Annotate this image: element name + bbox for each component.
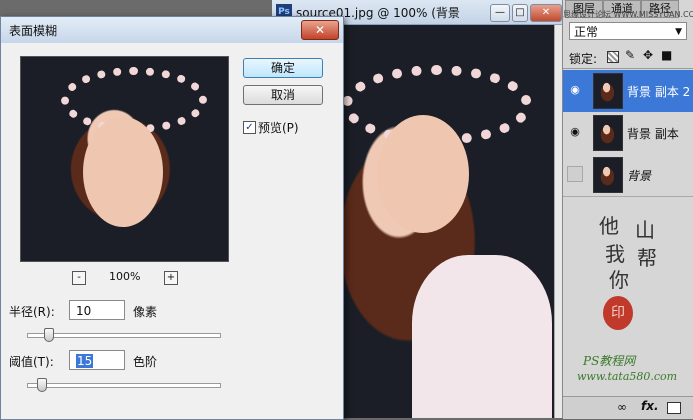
site-watermark: 思缘设计论坛 WWW.MISSYUAN.COM bbox=[563, 10, 693, 19]
blend-mode-select[interactable]: 正常 ▼ bbox=[569, 22, 687, 40]
mask-icon[interactable] bbox=[667, 402, 681, 414]
red-seal-stamp: 印 bbox=[603, 296, 633, 330]
threshold-input[interactable]: 15 bbox=[69, 350, 125, 370]
filter-preview-window[interactable] bbox=[20, 56, 229, 262]
dialog-title-bar[interactable]: 表面模糊 ✕ bbox=[1, 17, 343, 43]
radius-input[interactable]: 10 bbox=[69, 300, 125, 320]
dialog-close-button[interactable]: ✕ bbox=[301, 20, 339, 40]
radius-unit: 像素 bbox=[133, 305, 158, 319]
lock-label: 锁定: bbox=[569, 52, 598, 66]
layer-row-bg-copy[interactable]: ◉ 背景 副本 bbox=[563, 112, 693, 155]
fx-icon[interactable]: fx. bbox=[641, 399, 659, 413]
layer-name: 背景 副本 2 bbox=[627, 85, 691, 99]
calligraphy-char: 他 bbox=[599, 214, 619, 238]
close-button[interactable]: ✕ bbox=[530, 4, 562, 22]
threshold-slider-track[interactable] bbox=[27, 383, 221, 388]
layer-name: 背景 副本 bbox=[627, 127, 679, 141]
link-icon[interactable]: ∞ bbox=[617, 400, 627, 414]
lock-row: 锁定: ✎ ✥ ■ bbox=[563, 46, 693, 69]
threshold-value-selected: 15 bbox=[76, 354, 94, 368]
threshold-label: 阈值(T): bbox=[9, 355, 54, 369]
lock-transparency-icon[interactable] bbox=[607, 51, 619, 63]
site-url: www.tata580.com bbox=[577, 370, 678, 383]
eye-icon[interactable]: ◉ bbox=[567, 125, 583, 139]
cancel-button[interactable]: 取消 bbox=[243, 85, 323, 105]
calligraphy-char: 你 bbox=[609, 268, 629, 292]
radius-slider-thumb[interactable] bbox=[44, 328, 55, 342]
threshold-unit: 色阶 bbox=[133, 355, 158, 369]
threshold-slider-thumb[interactable] bbox=[36, 378, 47, 392]
calligraphy-char: 山 bbox=[635, 218, 655, 242]
layers-panel: 图层 通道 路径 思缘设计论坛 WWW.MISSYUAN.COM 正常 ▼ 锁定… bbox=[562, 0, 693, 419]
lock-brush-icon[interactable]: ✎ bbox=[625, 48, 635, 62]
preview-face bbox=[83, 117, 163, 227]
calligraphy-watermark: 他 山 我 帮 你 印 PS教程网 www.tata580.com bbox=[563, 180, 693, 390]
calligraphy-char: 帮 bbox=[637, 246, 657, 270]
lock-all-icon[interactable]: ■ bbox=[661, 48, 672, 62]
lock-move-icon[interactable]: ✥ bbox=[643, 48, 653, 62]
zoom-in-button[interactable]: + bbox=[164, 271, 178, 285]
maximize-button[interactable]: □ bbox=[512, 4, 528, 22]
dress bbox=[412, 255, 552, 418]
face bbox=[377, 115, 469, 233]
dialog-title: 表面模糊 bbox=[9, 24, 58, 38]
radius-slider-track[interactable] bbox=[27, 333, 221, 338]
eye-icon[interactable]: ◉ bbox=[567, 83, 583, 97]
preview-checkbox[interactable]: ✓ bbox=[243, 121, 256, 134]
calligraphy-char: 我 bbox=[605, 242, 625, 266]
zoom-out-button[interactable]: - bbox=[72, 271, 86, 285]
minimize-button[interactable]: — bbox=[490, 4, 510, 22]
layer-thumbnail bbox=[593, 73, 623, 109]
radius-label: 半径(R): bbox=[9, 305, 55, 319]
ok-button[interactable]: 确定 bbox=[243, 58, 323, 78]
site-name: PS教程网 bbox=[583, 354, 636, 368]
zoom-level: 100% bbox=[109, 270, 141, 283]
layer-row-bg-copy-2[interactable]: ◉ 背景 副本 2 bbox=[563, 70, 693, 113]
chevron-down-icon: ▼ bbox=[675, 27, 682, 37]
blend-mode-value: 正常 bbox=[574, 25, 599, 39]
surface-blur-dialog: 表面模糊 ✕ 确定 取消 ✓ 预览(P) - 100% + 半径(R): 10 … bbox=[0, 16, 344, 420]
preview-label: 预览(P) bbox=[258, 121, 299, 135]
panel-footer: ∞ fx. bbox=[563, 396, 693, 419]
layer-thumbnail bbox=[593, 115, 623, 151]
